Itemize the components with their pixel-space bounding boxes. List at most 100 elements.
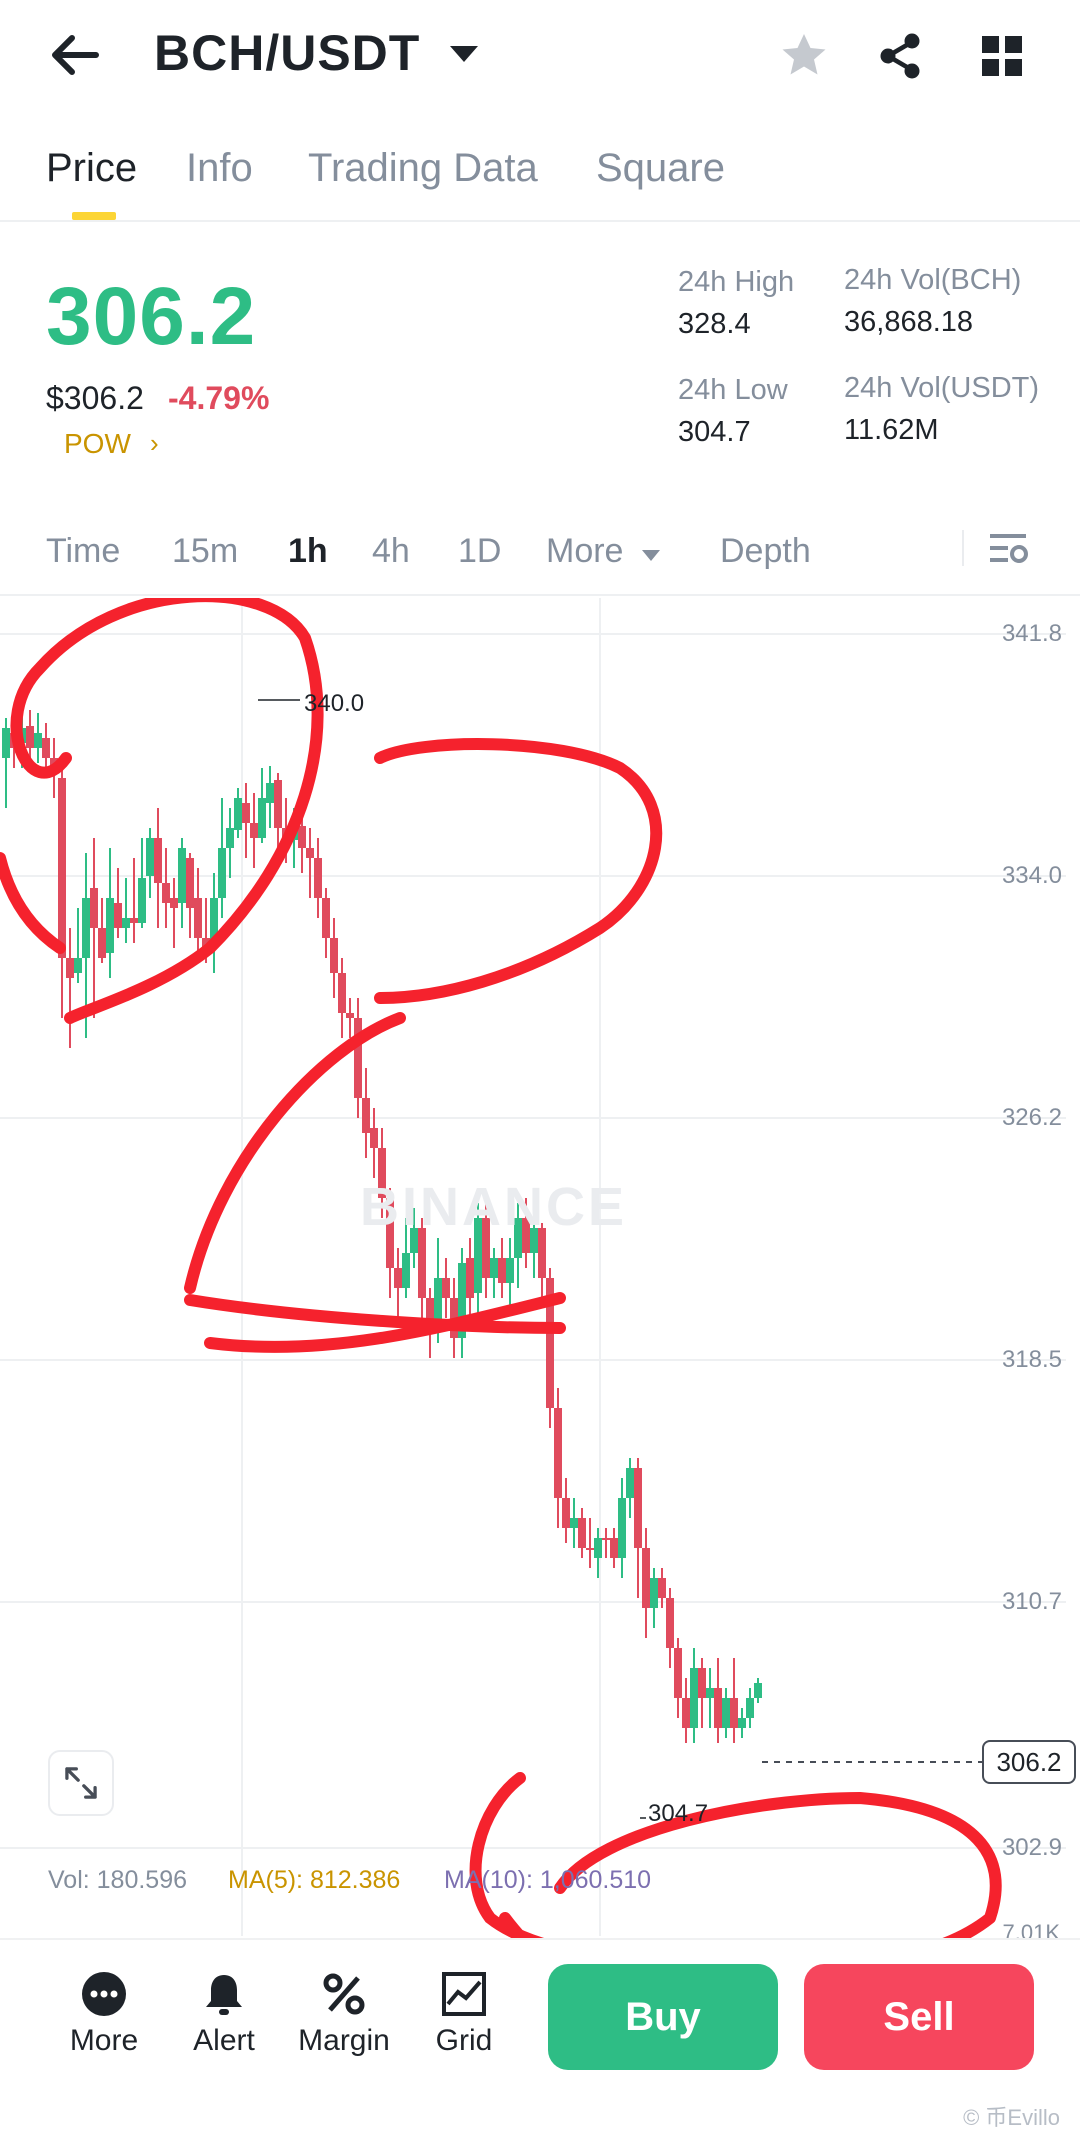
interval-1d[interactable]: 1D [458,532,501,571]
alert-button[interactable]: Alert [174,1970,274,2058]
interval-more[interactable]: More [546,532,623,571]
candle-body [722,1698,730,1728]
interval-15m[interactable]: 15m [172,532,238,571]
vol-quote-label: 24h Vol(USDT) [844,372,1040,404]
interval-bar: Time 15m 1h 4h 1D More Depth [0,520,1080,596]
candle-body [586,1548,594,1550]
chart-canvas[interactable] [0,598,1080,1938]
candle-body [562,1498,570,1528]
candle-body [242,803,250,823]
candle-body [58,778,66,958]
alert-label: Alert [193,2024,255,2057]
grid-menu-icon[interactable] [974,28,1030,84]
candle-body [754,1683,762,1698]
sell-button[interactable]: Sell [804,1964,1034,2070]
candle-body [2,728,10,758]
candle-body [402,1253,410,1288]
more-dots-icon [82,1972,126,2016]
candle-body [66,958,74,978]
candle-body [506,1258,514,1283]
candle-body [498,1258,506,1283]
divider [962,530,964,566]
y-tick-label: 326.2 [1001,1104,1062,1131]
buy-button[interactable]: Buy [548,1964,778,2070]
ma5-readout: MA(5): 812.386 [228,1866,401,1894]
tab-square[interactable]: Square [596,146,725,191]
vol-base-value: 36,868.18 [844,306,974,338]
chart-settings-icon[interactable] [986,526,1030,570]
candle-body [194,898,202,938]
interval-1h[interactable]: 1h [288,532,328,571]
candle-body [34,733,42,748]
bottom-action-bar: More Alert Margin Grid Buy Sell © 币Evill… [0,1938,1080,2136]
pow-tag[interactable]: POW [64,428,131,460]
candle-body [594,1538,602,1558]
tab-trading-data[interactable]: Trading Data [308,146,538,191]
candle-body [218,848,226,898]
depth-tab[interactable]: Depth [720,532,811,571]
tab-price[interactable]: Price [46,146,137,191]
pair-dropdown-icon[interactable] [450,46,478,62]
candle-body [338,973,346,1013]
candle-body [26,726,34,748]
candle-body [186,858,194,908]
pair-title[interactable]: BCH/USDT [154,24,420,82]
candle-body [138,878,146,923]
grid-bot-icon [442,1972,486,2016]
candle-body [234,798,242,830]
y-tick-label: 310.7 [1001,1588,1062,1615]
y-tick-label: 318.5 [1001,1346,1062,1373]
margin-button[interactable]: Margin [294,1970,394,2058]
candle-body [74,958,82,973]
candle-body [738,1718,746,1728]
candle-body [714,1688,722,1728]
candle-body [578,1518,586,1548]
vol-readout: Vol: 180.596 [48,1866,188,1894]
candle-body [634,1468,642,1548]
interval-time[interactable]: Time [46,532,120,571]
price-markers [258,699,982,1819]
candle-body [706,1688,714,1698]
interval-4h[interactable]: 4h [372,532,410,571]
candle-body [42,738,50,758]
candle-body [698,1668,706,1698]
grid-button[interactable]: Grid [414,1970,514,2058]
candle-body [746,1698,754,1718]
candle-body [250,823,258,838]
candle-body [490,1258,498,1278]
low-label: 24h Low [678,374,788,406]
fullscreen-icon[interactable] [48,1750,114,1816]
candle-body [122,918,130,928]
price-change: -4.79% [168,380,270,416]
back-arrow-icon[interactable] [46,30,102,80]
candlestick-chart[interactable]: BINANCE 340.0 304.7 341.8 334.0 326.2 31… [0,598,1080,1945]
low-marker-label: 304.7 [648,1800,709,1827]
candle-body [354,1018,362,1098]
tab-info[interactable]: Info [186,146,253,191]
low-value: 304.7 [678,416,751,448]
candle-body [98,928,106,958]
candle-body [90,888,98,928]
candle-body [690,1668,698,1728]
more-button[interactable]: More [54,1970,154,2058]
high-marker-label: 340.0 [304,690,365,717]
current-price-label: 306.2 [982,1740,1076,1784]
candle-body [154,838,162,883]
high-label: 24h High [678,266,795,298]
active-tab-indicator [72,212,116,220]
chevron-right-icon[interactable]: › [150,428,159,459]
candle-body [650,1578,658,1608]
more-dropdown-icon[interactable] [642,550,660,561]
candle-body [274,780,282,828]
candle-body [570,1518,578,1528]
star-icon[interactable] [776,28,832,84]
vol-base-label: 24h Vol(BCH) [844,264,1022,296]
candle-body [106,898,114,953]
candle-body [730,1698,738,1728]
candle-body [82,898,90,958]
candle-body [306,848,314,858]
candle-body [674,1648,682,1698]
share-icon[interactable] [872,28,928,84]
candle-body [146,838,154,876]
candle-body [178,848,186,903]
